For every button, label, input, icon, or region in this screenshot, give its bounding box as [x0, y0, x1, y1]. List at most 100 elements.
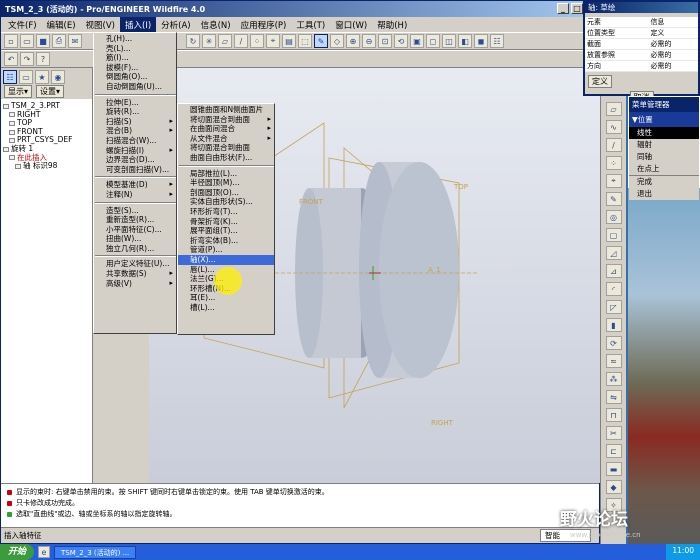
submenu-item-15[interactable]: 管道(P)... — [178, 245, 274, 255]
sketch-tool-icon[interactable]: ✎ — [605, 192, 622, 206]
mm-item-linear[interactable]: 线性 — [629, 127, 699, 139]
shell-icon[interactable]: ▢ — [605, 228, 622, 242]
mm-item-coaxial[interactable]: 同轴 — [629, 151, 699, 163]
menu-item-independent-geometry[interactable]: 独立几何(R)... — [94, 244, 176, 254]
print-icon[interactable]: ⎙ — [52, 34, 66, 48]
menu-item-rib[interactable]: 筋(I)... — [94, 53, 176, 63]
maximize-button[interactable]: □ — [571, 3, 583, 14]
submenu-item-5[interactable]: 曲面自由形状(F)... — [178, 153, 274, 163]
save-icon[interactable]: ■ — [36, 34, 50, 48]
start-button[interactable]: 开始 — [0, 544, 35, 560]
mirror-icon[interactable]: ⇋ — [605, 390, 622, 404]
menu-item-helical-sweep[interactable]: 螺旋扫描(I) — [94, 146, 176, 156]
draft-icon[interactable]: ⊿ — [605, 264, 622, 278]
menu-item-swept-blend[interactable]: 扫描混合(W)... — [94, 136, 176, 146]
menu-item-style[interactable]: 造型(S)... — [94, 206, 176, 216]
menu-item-shared-data[interactable]: 共享数据(S) — [94, 269, 176, 279]
menu-item-restyle[interactable]: 重新造型(R)... — [94, 215, 176, 225]
table-row[interactable]: 放置参照 必需的 — [585, 49, 698, 61]
extrude-icon[interactable]: ▮ — [605, 318, 622, 332]
datum-point-tool-icon[interactable]: ⁘ — [605, 156, 622, 170]
menu-item-revolve[interactable]: 旋转(R)... — [94, 107, 176, 117]
table-row[interactable]: 位置类型 定义 — [585, 27, 698, 39]
zoom-in-icon[interactable]: ⊕ — [346, 34, 360, 48]
table-row[interactable]: 方向 必需的 — [585, 60, 698, 72]
tree-icon[interactable]: ☷ — [490, 34, 504, 48]
thicken-icon[interactable]: ▬ — [605, 462, 622, 476]
undo-icon[interactable]: ↶ — [4, 52, 18, 66]
shading-icon[interactable]: ◼ — [474, 34, 488, 48]
redo-icon[interactable]: ↷ — [20, 52, 34, 66]
datum-axis-icon[interactable]: / — [234, 34, 248, 48]
submenu-item-9[interactable]: 剖面圆顶(O)... — [178, 188, 274, 198]
menu-item-model-datum[interactable]: 模型基准(D) — [94, 180, 176, 190]
submenu-item-7[interactable]: 局部推拉(L)... — [178, 169, 274, 179]
menu-insert[interactable]: 插入(I) — [120, 17, 157, 32]
menu-item-facet[interactable]: 小平面特征(C)... — [94, 225, 176, 235]
tree-settings-dropdown[interactable]: 设置▾ — [36, 85, 65, 98]
hidden-line-icon[interactable]: ◫ — [442, 34, 456, 48]
mm-done[interactable]: 完成 — [629, 175, 699, 188]
menu-applications[interactable]: 应用程序(P) — [236, 17, 292, 32]
tree-item-axis[interactable]: 轴 标识98 — [3, 162, 90, 171]
submenu-item-13[interactable]: 展平面组(T)... — [178, 226, 274, 236]
context-help-icon[interactable]: ? — [36, 52, 50, 66]
tree-show-dropdown[interactable]: 显示▾ — [4, 85, 33, 98]
menu-help[interactable]: 帮助(H) — [372, 17, 412, 32]
submenu-item-2[interactable]: 在曲面间混合 — [178, 124, 274, 134]
submenu-item-axis[interactable]: 轴(X)... — [178, 254, 274, 265]
datum-curve-icon[interactable]: ∿ — [605, 120, 622, 134]
repaint-icon[interactable]: ◇ — [330, 34, 344, 48]
submenu-item-3[interactable]: 从文件混合 — [178, 134, 274, 144]
submenu-item-1[interactable]: 将切面混合到曲面 — [178, 115, 274, 125]
submenu-item-0[interactable]: 圆锥曲面和N侧曲面片 — [178, 105, 274, 115]
mm-item-on-point[interactable]: 在点上 — [629, 163, 699, 175]
menu-item-variable-sweep[interactable]: 可变剖面扫描(V)... — [94, 165, 176, 175]
menu-info[interactable]: 信息(N) — [196, 17, 236, 32]
menu-item-blend[interactable]: 混合(B) — [94, 126, 176, 136]
sketch-icon[interactable]: ✎ — [314, 34, 328, 48]
menu-item-warp[interactable]: 扭曲(W)... — [94, 234, 176, 244]
email-icon[interactable]: ✉ — [68, 34, 82, 48]
menu-edit[interactable]: 编辑(E) — [42, 17, 81, 32]
revolve-tool-icon[interactable]: ⟳ — [605, 336, 622, 350]
menu-analysis[interactable]: 分析(A) — [156, 17, 195, 32]
menu-item-udf[interactable]: 用户定义特征(U)... — [94, 259, 176, 269]
chamfer-icon[interactable]: ◸ — [605, 300, 622, 314]
menu-item-boundary-blend[interactable]: 边界混合(D)... — [94, 155, 176, 165]
trim-icon[interactable]: ✂ — [605, 426, 622, 440]
no-hidden-icon[interactable]: ◧ — [458, 34, 472, 48]
menu-view[interactable]: 视图(V) — [81, 17, 120, 32]
model-tree-tab-icon[interactable]: ☷ — [3, 70, 17, 84]
solidify-icon[interactable]: ◆ — [605, 480, 622, 494]
mm-quit[interactable]: 退出 — [629, 188, 699, 200]
ie-icon[interactable]: e — [38, 546, 51, 558]
menu-item-annotation[interactable]: 注释(N) — [94, 190, 176, 200]
web-tab-icon[interactable]: ◉ — [51, 70, 65, 84]
menu-item-advanced[interactable]: 高级(V) — [94, 279, 176, 289]
menu-tools[interactable]: 工具(T) — [291, 17, 330, 32]
select-box-icon[interactable]: ⬚ — [298, 34, 312, 48]
folder-browser-tab-icon[interactable]: ▭ — [19, 70, 33, 84]
menu-item-round[interactable]: 倒圆角(O)... — [94, 72, 176, 82]
menu-window[interactable]: 窗口(W) — [330, 17, 372, 32]
submenu-item-11[interactable]: 环形折弯(T)... — [178, 207, 274, 217]
menu-file[interactable]: 文件(F) — [3, 17, 42, 32]
submenu-item-4[interactable]: 将切面混合到曲面 — [178, 143, 274, 153]
refit-icon[interactable]: ⊡ — [378, 34, 392, 48]
submenu-item-10[interactable]: 实体自由形状(S)... — [178, 197, 274, 207]
regenerate-icon[interactable]: ↻ — [186, 34, 200, 48]
round-icon[interactable]: ◜ — [605, 282, 622, 296]
offset-icon[interactable]: ⊏ — [605, 444, 622, 458]
menu-item-sweep[interactable]: 扫描(S) — [94, 117, 176, 127]
taskbar-proe-task[interactable]: TSM_2_3 (活动的) ... — [54, 545, 137, 559]
new-file-icon[interactable]: ▫ — [4, 34, 18, 48]
orient-icon[interactable]: ⟲ — [394, 34, 408, 48]
datum-axis-tool-icon[interactable]: / — [605, 138, 622, 152]
menu-item-hole[interactable]: 孔(H)... — [94, 34, 176, 44]
csys-icon[interactable]: ⌖ — [266, 34, 280, 48]
define-button[interactable]: 定义 — [588, 75, 612, 88]
submenu-item-8[interactable]: 半径圆顶(M)... — [178, 178, 274, 188]
sweep-icon[interactable]: ≈ — [605, 354, 622, 368]
minimize-button[interactable]: _ — [557, 3, 569, 14]
